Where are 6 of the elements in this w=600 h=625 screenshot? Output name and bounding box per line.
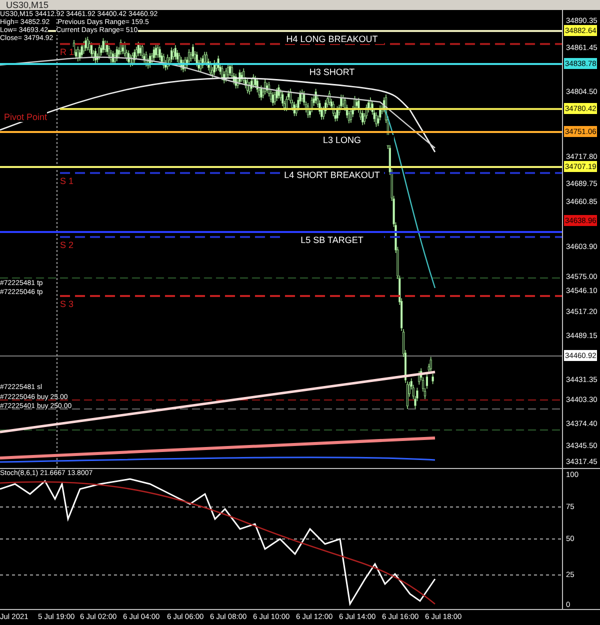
pivot-label: S 1: [60, 176, 74, 186]
pivot-label: Pivot Point: [4, 112, 48, 122]
pivot-label: S 3: [60, 299, 74, 309]
pivot-label: R 1: [60, 47, 74, 57]
window-title: US30,M15: [5, 0, 49, 10]
pivot-label: S 2: [60, 240, 74, 250]
